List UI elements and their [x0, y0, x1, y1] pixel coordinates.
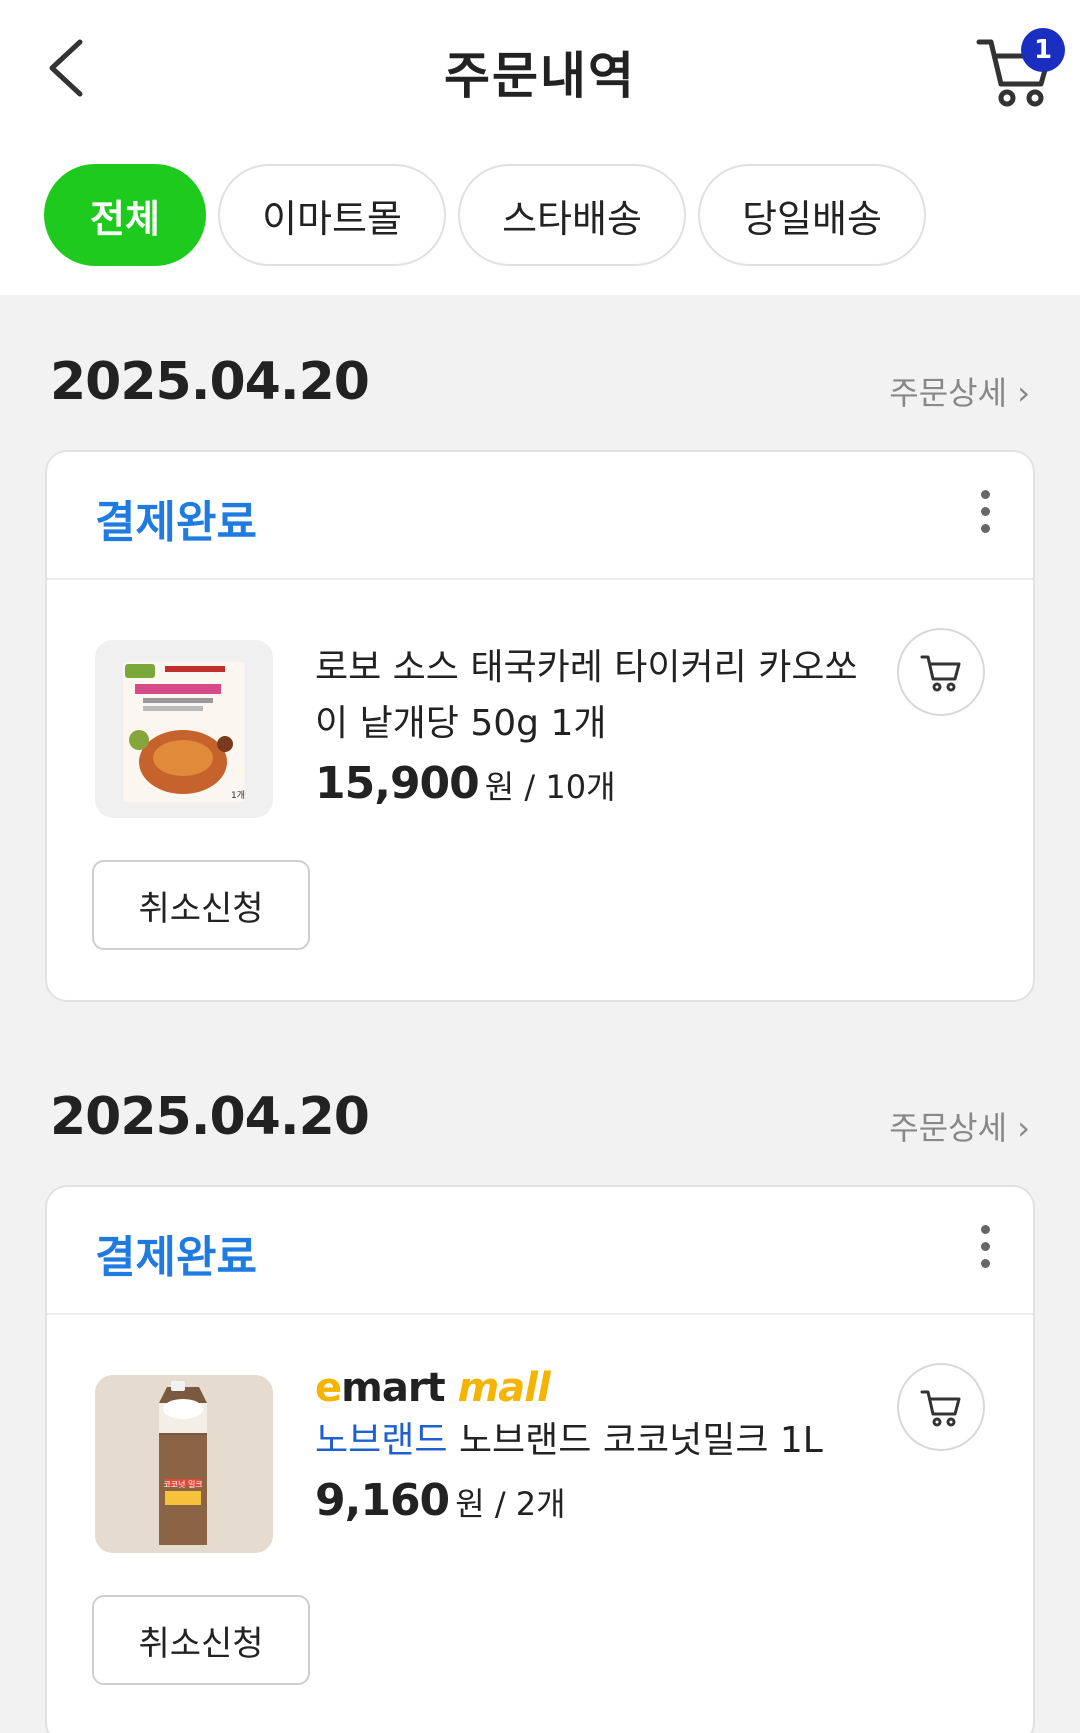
price-row: 15,900 원 / 10개 — [315, 758, 875, 809]
order-detail-link[interactable]: 주문상세 › — [889, 368, 1030, 414]
product-name[interactable]: 로보 소스 태국카레 타이커리 카오쏘이 낱개당 50g 1개 — [315, 640, 875, 752]
order-date: 2025.04.20 — [50, 1087, 370, 1147]
header: 주문내역 1 — [0, 0, 1080, 140]
product-name-row[interactable]: 노브랜드 노브랜드 코코넛밀크 1L — [315, 1413, 875, 1469]
more-options-button[interactable] — [977, 490, 993, 540]
filter-chip-star-delivery[interactable]: 스타배송 — [458, 164, 686, 266]
product-image: 코코넛 밀크 — [95, 1375, 273, 1553]
order-status: 결제완료 — [95, 497, 257, 548]
order-card: 결제완료 1개 로보 소스 태국카레 타이커리 카오쏘이 낱개당 50g 1개 … — [45, 450, 1035, 1002]
item-info: emart mall 노브랜드 노브랜드 코코넛밀크 1L 9,160 원 / 2… — [315, 1363, 875, 1526]
logo-part-mall: mall — [457, 1365, 551, 1411]
order-card-header: 결제완료 — [47, 1187, 1033, 1315]
currency-label: 원 — [484, 768, 515, 806]
top-bar: 주문내역 1 전체 이마트몰 스타배송 당일배송 — [0, 0, 1080, 295]
order-card: 결제완료 코코넛 밀크 emart mall 노브랜드 노브랜드 코코넛밀크 1… — [45, 1185, 1035, 1733]
quantity-label: / 10개 — [524, 768, 616, 806]
logo-part-e: e — [315, 1365, 342, 1411]
add-to-cart-button[interactable] — [897, 628, 985, 716]
order-item[interactable]: 1개 로보 소스 태국카레 타이커리 카오쏘이 낱개당 50g 1개 15,90… — [47, 580, 1033, 1010]
product-thumbnail[interactable]: 1개 — [95, 640, 273, 818]
product-price: 9,160 — [315, 1475, 450, 1526]
quantity-label: / 2개 — [494, 1485, 566, 1523]
product-price: 15,900 — [315, 758, 480, 809]
order-status: 결제완료 — [95, 1232, 257, 1283]
page-title: 주문내역 — [444, 47, 636, 105]
product-image: 1개 — [123, 662, 245, 802]
order-detail-link[interactable]: 주문상세 › — [889, 1103, 1030, 1149]
product-thumbnail[interactable]: 코코넛 밀크 — [95, 1375, 273, 1553]
filter-chip-all[interactable]: 전체 — [44, 164, 206, 266]
logo-part-mart: mart — [341, 1365, 446, 1411]
brand-tag[interactable]: 노브랜드 — [315, 1420, 447, 1461]
cart-count-badge: 1 — [1021, 28, 1065, 72]
thumb-label: 1개 — [231, 790, 245, 801]
add-to-cart-button[interactable] — [897, 1363, 985, 1451]
filter-chip-emart-mall[interactable]: 이마트몰 — [218, 164, 446, 266]
order-date: 2025.04.20 — [50, 352, 370, 412]
more-options-button[interactable] — [977, 1225, 993, 1275]
price-row: 9,160 원 / 2개 — [315, 1475, 875, 1526]
order-item[interactable]: 코코넛 밀크 emart mall 노브랜드 노브랜드 코코넛밀크 1L 9,1… — [47, 1315, 1033, 1733]
product-name: 노브랜드 코코넛밀크 1L — [458, 1420, 823, 1461]
cart-button[interactable]: 1 — [975, 28, 1065, 108]
more-vertical-icon — [977, 1225, 993, 1268]
currency-label: 원 — [455, 1485, 485, 1523]
cancel-request-button[interactable]: 취소신청 — [92, 860, 310, 950]
filter-chips: 전체 이마트몰 스타배송 당일배송 — [44, 164, 926, 266]
filter-chip-same-day[interactable]: 당일배송 — [698, 164, 926, 266]
add-to-cart-icon — [920, 1390, 961, 1427]
add-to-cart-icon — [920, 655, 961, 692]
order-card-header: 결제완료 — [47, 452, 1033, 580]
cancel-request-button[interactable]: 취소신청 — [92, 1595, 310, 1685]
more-vertical-icon — [977, 490, 993, 533]
item-info: 로보 소스 태국카레 타이커리 카오쏘이 낱개당 50g 1개 15,900 원 … — [315, 640, 875, 809]
thumb-label: 코코넛 밀크 — [163, 1480, 202, 1489]
emart-mall-logo: emart mall — [315, 1363, 875, 1413]
